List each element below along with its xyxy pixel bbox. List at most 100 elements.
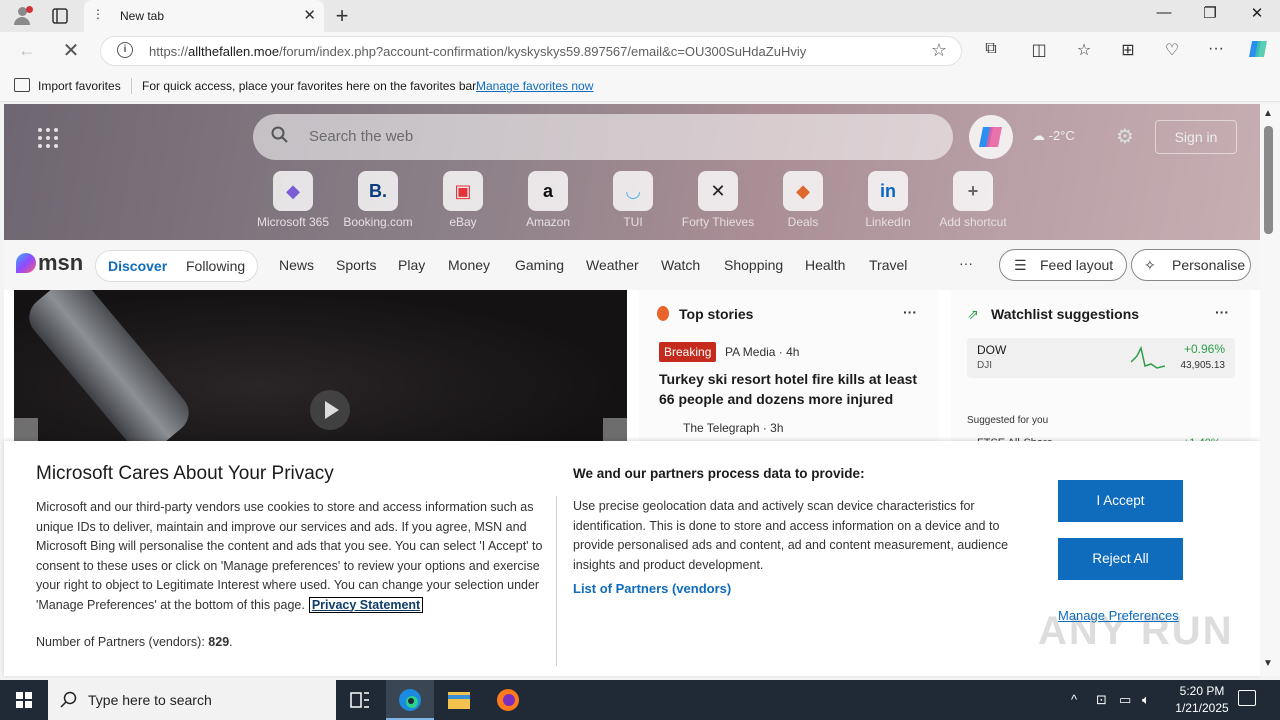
copilot-logo-icon	[979, 127, 1002, 147]
stock-price: 43,905.13	[1180, 360, 1226, 371]
watchlist-menu-icon[interactable]: ···	[1215, 304, 1229, 320]
partners-count: Number of Partners (vendors): 829.	[36, 635, 233, 649]
reject-all-button[interactable]: Reject All	[1058, 538, 1183, 580]
volume-icon[interactable]: 🔈︎	[1142, 692, 1150, 708]
nav-weather[interactable]: Weather	[586, 257, 639, 273]
taskbar-search-placeholder: Type here to search	[88, 692, 212, 708]
nav-gaming[interactable]: Gaming	[515, 257, 564, 273]
network-icon[interactable]: ▭	[1119, 692, 1131, 708]
suggested-label: Suggested for you	[967, 415, 1049, 426]
sign-in-button[interactable]: Sign in	[1155, 120, 1237, 154]
shortcut-icon: +	[953, 171, 993, 211]
tab-menu-icon[interactable]: ⋮	[92, 7, 104, 21]
windows-logo-icon	[16, 692, 32, 708]
web-search-box[interactable]: Search the web	[253, 114, 953, 160]
more-categories-icon[interactable]: ···	[959, 255, 973, 271]
shortcut-deals[interactable]: ◆ Deals	[763, 171, 843, 229]
tab-new-tab[interactable]: ⋮ New tab ✕	[84, 0, 324, 32]
privacy-body: Microsoft and our third-party vendors us…	[36, 500, 543, 613]
tab-discover[interactable]: Discover	[108, 258, 167, 274]
notification-center-icon[interactable]	[1238, 690, 1256, 706]
start-button[interactable]	[0, 680, 48, 720]
shortcut-linkedin[interactable]: in LinkedIn	[848, 171, 928, 229]
feed-toggle: Discover Following	[95, 250, 258, 282]
manage-favorites-link[interactable]: Manage favorites now	[476, 79, 593, 93]
copilot-button[interactable]	[969, 115, 1013, 159]
divider	[556, 496, 557, 666]
system-clock[interactable]: 5:20 PM 1/21/2025	[1162, 683, 1242, 717]
extensions-icon[interactable]: ⧉	[979, 40, 1003, 58]
shortcut-ebay[interactable]: ▣ eBay	[423, 171, 503, 229]
gear-icon[interactable]: ⚙	[1116, 124, 1134, 149]
favorites-hint: For quick access, place your favorites h…	[142, 79, 479, 93]
manage-preferences-link[interactable]: Manage Preferences	[1058, 608, 1179, 623]
shortcut-label: eBay	[449, 215, 477, 229]
msn-logo[interactable]: msn	[16, 250, 83, 276]
page-scrollbar[interactable]: ▲ ▼	[1260, 104, 1280, 676]
favorite-star-icon[interactable]: ☆	[931, 40, 947, 61]
firefox-icon[interactable]	[484, 680, 532, 720]
split-screen-icon[interactable]: ◫	[1027, 40, 1051, 60]
shortcut-microsoft-365[interactable]: ◆ Microsoft 365	[253, 171, 333, 229]
import-favorites-button[interactable]: Import favorites	[38, 79, 121, 93]
edge-taskbar-icon[interactable]	[386, 680, 434, 720]
play-icon[interactable]	[310, 390, 350, 430]
network-status-icon[interactable]: ⊡	[1096, 692, 1107, 708]
shortcut-icon: ◡	[613, 171, 653, 211]
video-thumbnail	[21, 290, 197, 450]
browser-essentials-icon[interactable]: ♡	[1160, 40, 1184, 60]
profile-icon[interactable]	[8, 4, 36, 28]
scroll-down-icon[interactable]: ▼	[1263, 658, 1273, 669]
nav-money[interactable]: Money	[448, 257, 490, 273]
stock-row[interactable]: DOW DJI +0.96% 43,905.13	[967, 338, 1235, 378]
nav-shopping[interactable]: Shopping	[724, 257, 783, 273]
shortcut-amazon[interactable]: a Amazon	[508, 171, 588, 229]
new-tab-button[interactable]: +	[330, 3, 354, 29]
msn-butterfly-icon	[16, 253, 36, 273]
app-launcher-icon[interactable]	[38, 128, 58, 148]
nav-watch[interactable]: Watch	[661, 257, 700, 273]
feed-layout-button[interactable]: ☰ Feed layout	[999, 249, 1127, 281]
stop-loading-icon[interactable]: ✕	[60, 38, 82, 63]
nav-play[interactable]: Play	[398, 257, 425, 273]
nav-health[interactable]: Health	[805, 257, 845, 273]
card-menu-icon[interactable]: ···	[903, 304, 917, 320]
navigation-bar: ← ✕ i https://allthefallen.moe/forum/ind…	[0, 32, 1280, 70]
video-card[interactable]	[14, 290, 627, 450]
settings-more-icon[interactable]: ···	[1204, 40, 1228, 58]
site-info-icon[interactable]: i	[117, 42, 133, 58]
tray-overflow-icon[interactable]: ^	[1071, 692, 1077, 707]
shortcut-booking-com[interactable]: B. Booking.com	[338, 171, 418, 229]
list-of-partners-link[interactable]: List of Partners (vendors)	[573, 581, 731, 596]
shortcut-icon: in	[868, 171, 908, 211]
close-tab-icon[interactable]: ✕	[303, 6, 316, 24]
close-window-button[interactable]: ✕	[1234, 4, 1280, 22]
scroll-up-icon[interactable]: ▲	[1263, 108, 1273, 119]
nav-sports[interactable]: Sports	[336, 257, 376, 273]
privacy-statement-link[interactable]: Privacy Statement	[308, 596, 424, 613]
import-favorites-icon[interactable]	[14, 78, 30, 92]
scroll-thumb[interactable]	[1264, 126, 1273, 234]
address-bar[interactable]: i https://allthefallen.moe/forum/index.p…	[100, 36, 962, 66]
weather-widget[interactable]: ☁ -2°C	[1032, 128, 1075, 144]
back-icon[interactable]: ←	[16, 40, 38, 61]
shortcut-tui[interactable]: ◡ TUI	[593, 171, 673, 229]
taskbar-search-box[interactable]: Type here to search	[48, 680, 336, 720]
favorites-icon[interactable]: ☆	[1072, 40, 1096, 60]
personalise-button[interactable]: ✧ Personalise	[1131, 249, 1251, 281]
collections-icon[interactable]: ⊞	[1116, 40, 1140, 60]
story-headline[interactable]: Turkey ski resort hotel fire kills at le…	[659, 369, 919, 409]
nav-travel[interactable]: Travel	[869, 257, 907, 273]
shortcut-add-shortcut[interactable]: + Add shortcut	[933, 171, 1013, 229]
copilot-icon[interactable]	[1246, 37, 1270, 66]
minimize-button[interactable]: —	[1141, 4, 1187, 21]
tab-actions-icon[interactable]	[50, 6, 70, 26]
tab-following[interactable]: Following	[186, 258, 245, 274]
file-explorer-icon[interactable]	[435, 680, 483, 720]
restore-button[interactable]: ❐	[1187, 4, 1233, 22]
task-view-icon[interactable]	[336, 680, 384, 720]
shortcut-forty-thieves[interactable]: ✕ Forty Thieves	[678, 171, 758, 229]
nav-news[interactable]: News	[279, 257, 314, 273]
accept-button[interactable]: I Accept	[1058, 480, 1183, 522]
url-text[interactable]: https://allthefallen.moe/forum/index.php…	[149, 44, 806, 59]
